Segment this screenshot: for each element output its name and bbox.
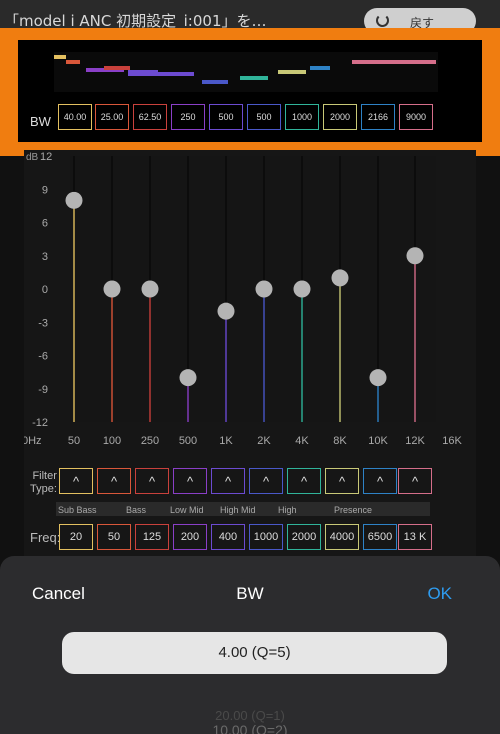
filter-type-button[interactable]: ^: [249, 468, 283, 494]
y-tick-label: -9: [38, 384, 48, 396]
band-gain-knob[interactable]: [331, 269, 349, 287]
y-tick-label: -3: [38, 317, 48, 329]
bw-bar-10: [310, 66, 330, 70]
bw-bar-9: [278, 70, 306, 74]
x-tick-label: 12K: [405, 435, 425, 447]
x-tick-label: 10K: [368, 435, 388, 447]
ok-button[interactable]: OK: [427, 584, 452, 604]
freq-value-box[interactable]: 4000: [325, 524, 359, 550]
bw-value-box[interactable]: 2000: [323, 104, 357, 130]
y-tick-label: 3: [42, 251, 48, 263]
bw-panel: BW 40.00 25.00 62.50 250 500 500 1000 2000 2166 9…: [18, 40, 482, 142]
freq-label: Freq:: [30, 530, 61, 545]
x-tick-label: 16K: [442, 435, 462, 447]
bw-bar-7: [202, 80, 228, 84]
freq-value-box[interactable]: 400: [211, 524, 245, 550]
filter-type-button[interactable]: ^: [287, 468, 321, 494]
band-label: Presence: [334, 505, 373, 515]
y-tick-label: 12: [40, 151, 52, 163]
filter-type-button[interactable]: ^: [363, 468, 397, 494]
filter-type-button[interactable]: ^: [59, 468, 93, 494]
band-label: Low Mid: [170, 505, 204, 515]
filter-type-label: Filter Type:: [30, 470, 57, 496]
bw-label: BW: [30, 114, 51, 129]
band-label: High: [278, 505, 297, 515]
band-gain-knob[interactable]: [141, 280, 159, 298]
freq-value-box[interactable]: 1000: [249, 524, 283, 550]
bw-value-box[interactable]: 25.00: [95, 104, 129, 130]
freq-value-box[interactable]: 200: [173, 524, 207, 550]
freq-value-box[interactable]: 13 K: [398, 524, 432, 550]
x-tick-label: 250: [141, 435, 159, 447]
y-tick-label: -6: [38, 351, 48, 363]
x-tick-label: 4K: [295, 435, 309, 447]
y-tick-label: -12: [32, 417, 48, 429]
filter-type-button[interactable]: ^: [398, 468, 432, 494]
band-gain-knob[interactable]: [255, 280, 273, 298]
filter-type-button[interactable]: ^: [325, 468, 359, 494]
bw-value-box[interactable]: 2166: [361, 104, 395, 130]
band-gain-knob[interactable]: [103, 280, 121, 298]
filter-type-label-line2: Type:: [30, 483, 57, 495]
cancel-button[interactable]: Cancel: [32, 584, 85, 604]
filter-type-label-line1: Filter: [32, 470, 57, 482]
band-label: Bass: [126, 505, 147, 515]
bw-bar-11: [352, 60, 436, 64]
bw-bar-4: [104, 66, 130, 70]
bw-value-box[interactable]: 250: [171, 104, 205, 130]
band-gain-knob[interactable]: [65, 191, 83, 209]
x-tick-label: 100: [103, 435, 121, 447]
db-unit-label: dB: [26, 152, 39, 163]
filter-type-button[interactable]: ^: [135, 468, 169, 494]
bw-value-box[interactable]: 40.00: [58, 104, 92, 130]
y-tick-label: 9: [42, 184, 48, 196]
freq-value-box[interactable]: 2000: [287, 524, 321, 550]
x-tick-label: 1K: [219, 435, 233, 447]
bw-value-box[interactable]: 62.50: [133, 104, 167, 130]
band-gain-knob[interactable]: [179, 369, 197, 387]
bw-value-box[interactable]: 500: [247, 104, 281, 130]
bw-bar-5: [128, 70, 158, 76]
undo-icon: [376, 14, 389, 27]
band-gain-knob[interactable]: [406, 247, 424, 265]
picker-selected-value[interactable]: 4.00 (Q=5): [62, 632, 447, 674]
band-gain-knob[interactable]: [293, 280, 311, 298]
freq-value-box[interactable]: 6500: [363, 524, 397, 550]
bw-range-svg: [54, 55, 436, 84]
picker-option[interactable]: 10.00 (Q=2): [0, 722, 500, 734]
eq-graph: dB 12 9 6 3 0 -3 -6 -9 -12 0Hz 50 100 250 500 1K 2K 4K 8K 1…: [24, 151, 462, 447]
bw-picker-sheet: BW Cancel OK 4.00 (Q=5) 20.00 (Q=1) 10.0…: [0, 556, 500, 734]
x-tick-label: 2K: [257, 435, 271, 447]
bw-value-box[interactable]: 500: [209, 104, 243, 130]
freq-value-box[interactable]: 20: [59, 524, 93, 550]
bw-bar-8: [240, 76, 268, 80]
x-tick-label: 500: [179, 435, 197, 447]
y-tick-label: 6: [42, 218, 48, 230]
bw-range-graph: [54, 52, 438, 92]
bw-highlight-panel: BW 40.00 25.00 62.50 250 500 500 1000 2000 2166 9…: [0, 28, 500, 156]
freq-value-box[interactable]: 125: [135, 524, 169, 550]
picker-option[interactable]: 20.00 (Q=1): [0, 708, 500, 723]
y-tick-label: 0: [42, 284, 48, 296]
filter-type-button[interactable]: ^: [211, 468, 245, 494]
x-tick-label: 50: [68, 435, 80, 447]
x-tick-label: 8K: [333, 435, 347, 447]
band-gain-knob[interactable]: [217, 302, 235, 320]
filter-type-button[interactable]: ^: [173, 468, 207, 494]
band-label: Sub Bass: [58, 505, 97, 515]
bw-value-box[interactable]: 9000: [399, 104, 433, 130]
freq-value-box[interactable]: 50: [97, 524, 131, 550]
bw-bar-2: [66, 60, 80, 64]
x-tick-label: 0Hz: [24, 435, 42, 447]
bw-bar-1: [54, 55, 66, 59]
eq-graph-area: dB 12 9 6 3 0 -3 -6 -9 -12 0Hz 50 100 250 500 1K 2K 4K 8K 1…: [24, 150, 476, 560]
band-gain-knob[interactable]: [369, 369, 387, 387]
filter-type-button[interactable]: ^: [97, 468, 131, 494]
bw-bar-6: [158, 72, 194, 76]
bw-value-box[interactable]: 1000: [285, 104, 319, 130]
band-label: High Mid: [220, 505, 256, 515]
